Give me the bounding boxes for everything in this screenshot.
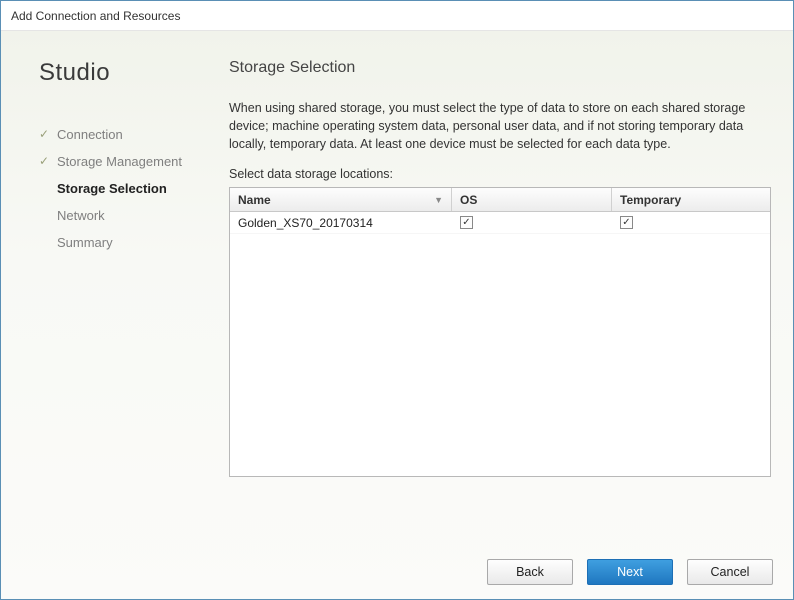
table-row[interactable]: Golden_XS70_20170314 — [230, 212, 770, 234]
step-label: Connection — [57, 127, 123, 142]
button-label: Cancel — [711, 565, 750, 579]
step-storage-management[interactable]: Storage Management — [39, 148, 213, 175]
titlebar: Add Connection and Resources — [1, 1, 793, 31]
step-label: Storage Selection — [57, 181, 167, 196]
column-header-label: OS — [460, 193, 477, 207]
step-label: Storage Management — [57, 154, 182, 169]
storage-grid: Name ▼ OS Temporary Golden_XS70_20170314 — [229, 187, 771, 477]
next-button[interactable]: Next — [587, 559, 673, 585]
back-button[interactable]: Back — [487, 559, 573, 585]
step-storage-selection[interactable]: Storage Selection — [39, 175, 213, 202]
cell-os — [452, 212, 612, 233]
wizard-footer: Back Next Cancel — [13, 545, 781, 589]
button-label: Back — [516, 565, 544, 579]
brand-title: Studio — [39, 59, 213, 87]
window-title: Add Connection and Resources — [11, 9, 180, 23]
content-pane: Storage Selection When using shared stor… — [223, 31, 781, 545]
grid-header: Name ▼ OS Temporary — [230, 188, 770, 212]
cancel-button[interactable]: Cancel — [687, 559, 773, 585]
column-header-label: Name — [238, 193, 271, 207]
column-header-label: Temporary — [620, 193, 681, 207]
cell-temporary — [612, 212, 770, 233]
step-summary[interactable]: Summary — [39, 229, 213, 256]
step-connection[interactable]: Connection — [39, 121, 213, 148]
step-network[interactable]: Network — [39, 202, 213, 229]
sidebar: Studio Connection Storage Management Sto… — [13, 31, 223, 545]
wizard-steps: Connection Storage Management Storage Se… — [39, 121, 213, 256]
column-header-name[interactable]: Name ▼ — [230, 188, 452, 211]
cell-name: Golden_XS70_20170314 — [230, 212, 452, 233]
wizard-body: Studio Connection Storage Management Sto… — [1, 31, 793, 599]
columns: Studio Connection Storage Management Sto… — [13, 31, 781, 545]
column-header-temporary[interactable]: Temporary — [612, 188, 770, 211]
checkbox-os[interactable] — [460, 216, 473, 229]
step-label: Network — [57, 208, 105, 223]
page-heading: Storage Selection — [229, 59, 771, 77]
sort-arrow-icon: ▼ — [434, 195, 443, 205]
grid-label: Select data storage locations: — [229, 167, 771, 181]
page-description: When using shared storage, you must sele… — [229, 99, 759, 153]
step-label: Summary — [57, 235, 113, 250]
grid-body: Golden_XS70_20170314 — [230, 212, 770, 476]
wizard-window: Add Connection and Resources Studio Conn… — [0, 0, 794, 600]
button-label: Next — [617, 565, 643, 579]
column-header-os[interactable]: OS — [452, 188, 612, 211]
checkbox-temporary[interactable] — [620, 216, 633, 229]
